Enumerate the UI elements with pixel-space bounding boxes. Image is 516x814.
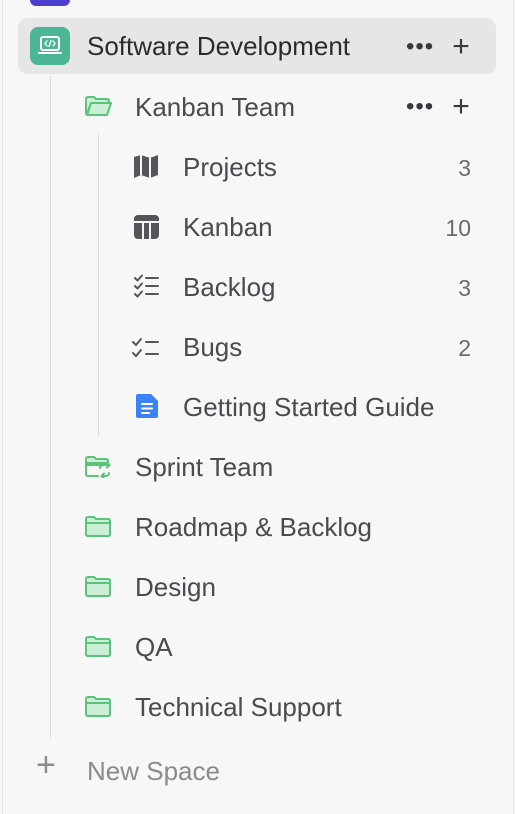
list-item-label: Bugs	[183, 332, 243, 362]
folder-row-sprint-team[interactable]: Sprint Team	[0, 436, 516, 496]
folder-label: Roadmap & Backlog	[135, 512, 373, 542]
folder-label: Kanban Team	[135, 92, 295, 122]
folder-icon	[85, 516, 111, 537]
list-item-label: Kanban	[183, 212, 273, 242]
folder-label: QA	[135, 632, 173, 662]
list-item-bugs[interactable]: Bugs 2	[0, 316, 516, 376]
folder-row-kanban-team[interactable]: Kanban Team ••• +	[0, 76, 516, 136]
space-title: Software Development	[87, 31, 351, 61]
space-more-button[interactable]: •••	[406, 35, 434, 59]
list-item-label: Getting Started Guide	[183, 392, 435, 422]
task-count: 10	[445, 215, 471, 241]
folder-row-qa[interactable]: QA	[0, 616, 516, 676]
folder-icon	[85, 696, 111, 717]
task-count: 2	[458, 335, 471, 361]
folder-add-button[interactable]: +	[452, 92, 470, 122]
folder-row-design[interactable]: Design	[0, 556, 516, 616]
space-add-button[interactable]: +	[452, 32, 470, 62]
list-item-backlog[interactable]: Backlog 3	[0, 256, 516, 316]
folder-actions: ••• +	[406, 92, 470, 122]
task-count: 3	[458, 155, 471, 181]
map-icon	[134, 155, 158, 178]
list-item-projects[interactable]: Projects 3	[0, 136, 516, 196]
list-item-getting-started-guide[interactable]: Getting Started Guide	[0, 376, 516, 436]
board-icon	[134, 215, 159, 239]
checklist-icon	[134, 274, 159, 298]
folder-icon	[85, 636, 111, 657]
list-item-label: Backlog	[183, 272, 276, 302]
sprint-folder-icon	[85, 456, 111, 478]
folder-label: Technical Support	[135, 692, 342, 722]
doc-icon	[136, 394, 158, 418]
folder-more-button[interactable]: •••	[406, 95, 434, 119]
folder-icon	[85, 576, 111, 597]
folder-label: Design	[135, 572, 216, 602]
checklist-small-icon	[132, 338, 159, 357]
folder-label: Sprint Team	[135, 452, 274, 482]
new-space-label: New Space	[87, 756, 220, 786]
folder-open-icon	[85, 96, 112, 116]
plus-icon: +	[36, 746, 56, 784]
folder-row-technical-support[interactable]: Technical Support	[0, 676, 516, 736]
space-actions: ••• +	[406, 32, 470, 62]
previous-space-icon[interactable]	[30, 0, 70, 6]
space-row-software-development[interactable]: Software Development ••• +	[18, 18, 496, 74]
list-item-label: Projects	[183, 152, 277, 182]
code-laptop-icon	[30, 27, 70, 65]
folder-row-roadmap-backlog[interactable]: Roadmap & Backlog	[0, 496, 516, 556]
list-item-kanban[interactable]: Kanban 10	[0, 196, 516, 256]
task-count: 3	[458, 275, 471, 301]
